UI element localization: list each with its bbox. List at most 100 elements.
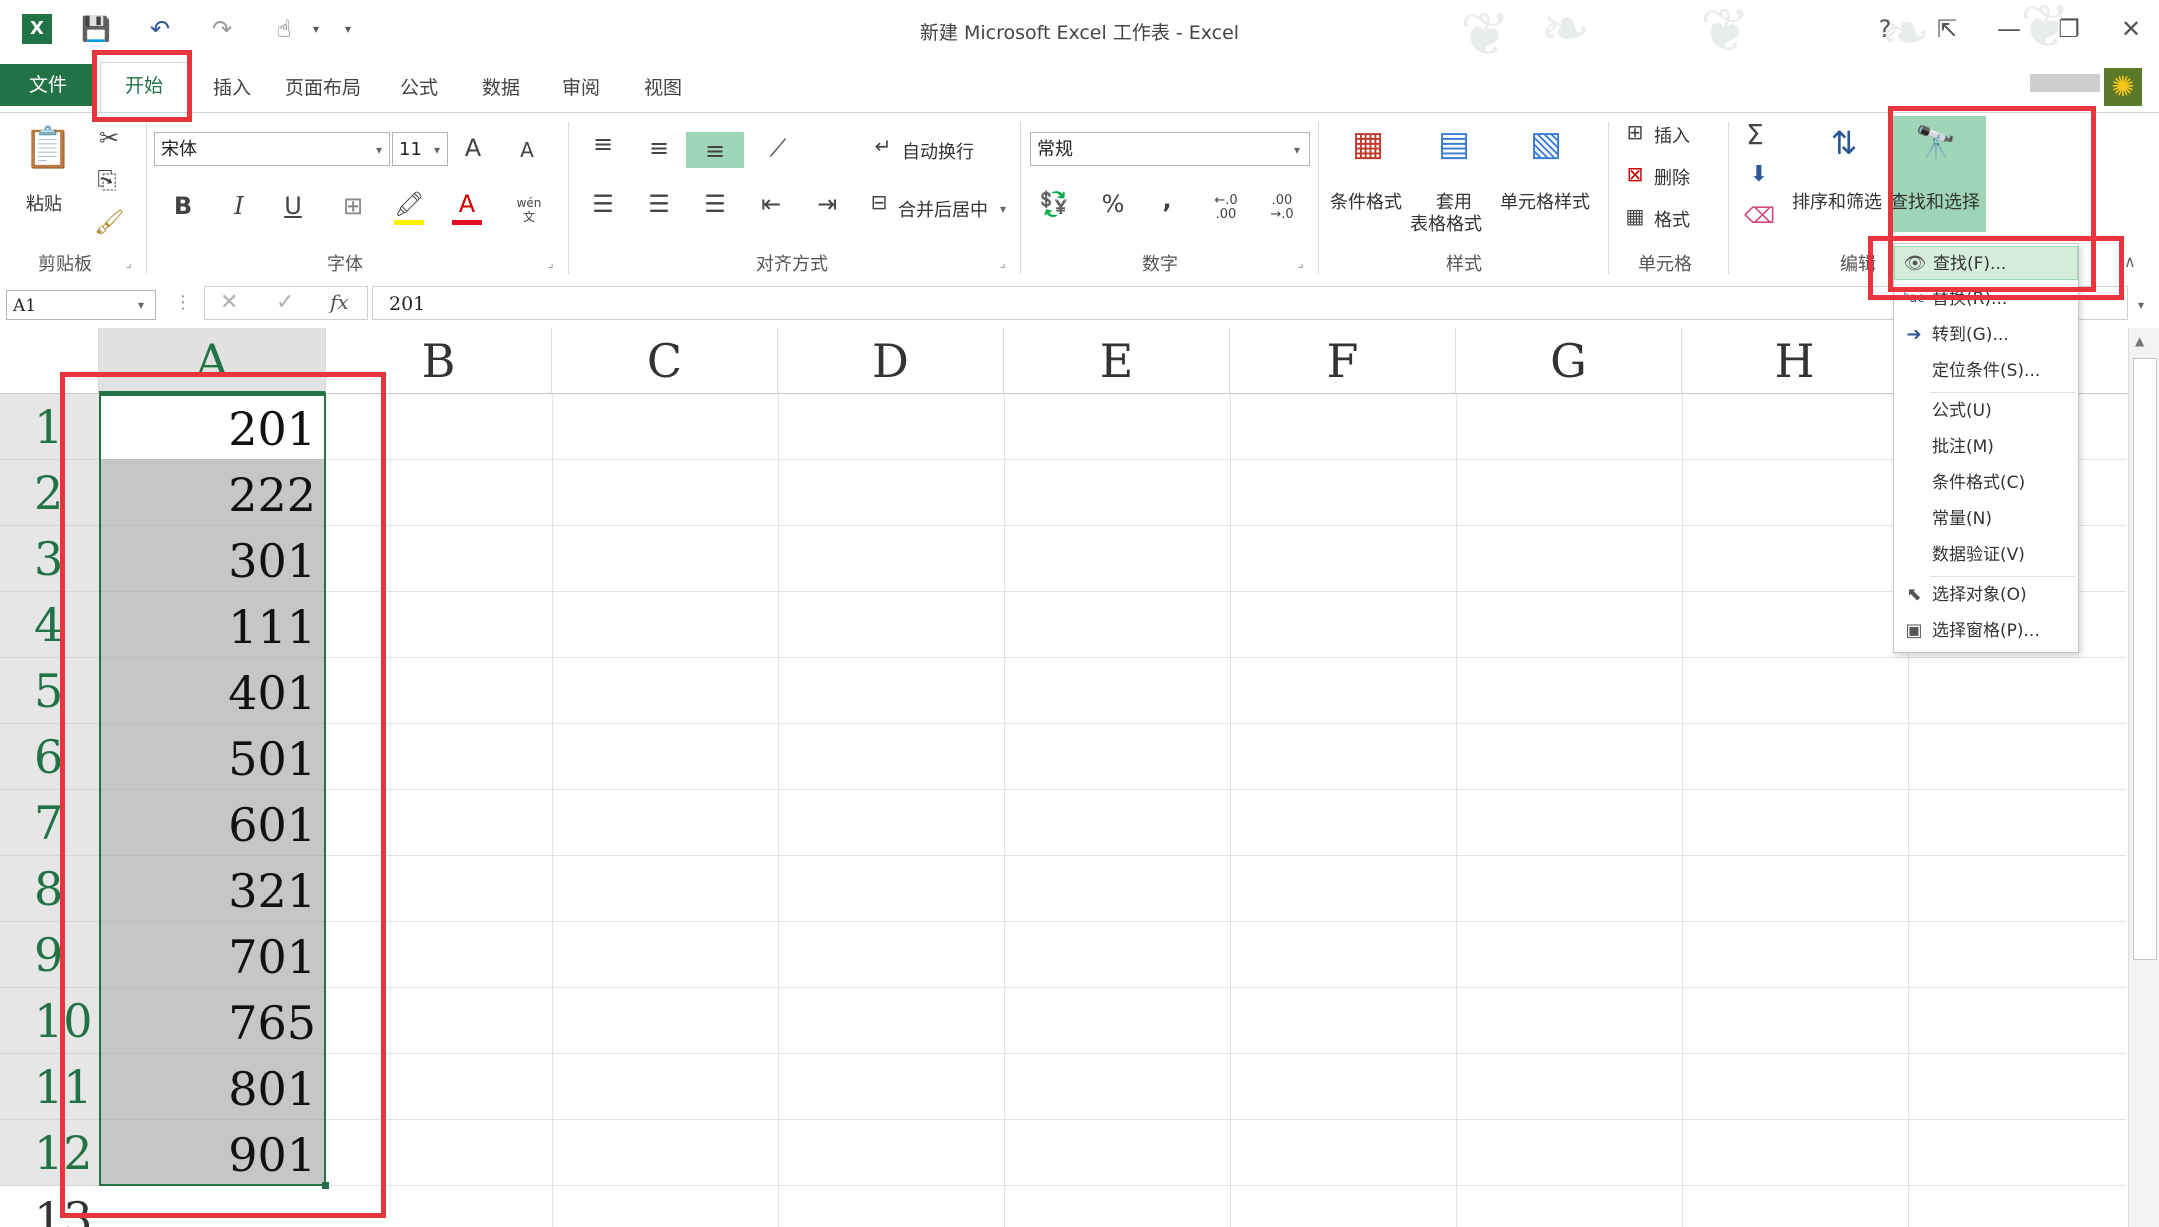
- align-bottom-icon[interactable]: ≡: [686, 132, 744, 168]
- menu-item-goto-special[interactable]: 定位条件(S)...: [1894, 354, 2078, 388]
- column-header-f[interactable]: F: [1230, 328, 1456, 394]
- wrap-text-icon[interactable]: ↵: [868, 134, 898, 158]
- decrease-indent-icon[interactable]: ⇤: [756, 190, 786, 218]
- chevron-down-icon[interactable]: ▾: [376, 143, 382, 157]
- menu-item-goto[interactable]: ➔ 转到(G)...: [1894, 318, 2078, 352]
- account-name[interactable]: [2030, 74, 2100, 92]
- bold-button[interactable]: B: [168, 192, 198, 220]
- insert-cells-icon[interactable]: ⊞: [1620, 120, 1650, 144]
- comma-button[interactable]: ,: [1152, 186, 1182, 214]
- tab-insert[interactable]: 插入: [196, 70, 268, 106]
- clear-icon[interactable]: ⌫: [1744, 204, 1775, 229]
- delete-cells-icon[interactable]: ⊠: [1620, 162, 1650, 186]
- menu-item-conditional-formatting[interactable]: 条件格式(C): [1894, 466, 2078, 500]
- insert-cells-button[interactable]: 插入: [1654, 122, 1690, 148]
- help-icon[interactable]: ?: [1862, 10, 1908, 48]
- wrap-text-button[interactable]: 自动换行: [902, 138, 974, 164]
- menu-item-comments[interactable]: 批注(M): [1894, 430, 2078, 464]
- menu-item-formulas[interactable]: 公式(U): [1894, 394, 2078, 428]
- align-middle-icon[interactable]: ≡: [644, 134, 674, 162]
- ribbon-display-options-icon[interactable]: ⇱: [1924, 10, 1970, 48]
- accounting-format-icon[interactable]: 💱: [1036, 190, 1072, 218]
- shrink-font-icon[interactable]: A: [512, 138, 542, 162]
- fill-color-icon[interactable]: 🖍: [394, 190, 424, 225]
- autosum-button[interactable]: Σ: [1740, 118, 1770, 151]
- align-top-icon[interactable]: ≡: [588, 130, 618, 158]
- underline-button[interactable]: U: [278, 192, 308, 220]
- format-as-table-line2[interactable]: 表格格式: [1410, 210, 1482, 236]
- name-box[interactable]: A1: [6, 290, 156, 320]
- scrollbar-thumb[interactable]: [2133, 358, 2157, 960]
- menu-item-data-validation[interactable]: 数据验证(V): [1894, 538, 2078, 572]
- chevron-down-icon[interactable]: ▾: [434, 143, 440, 157]
- chevron-down-icon[interactable]: ▾: [1294, 143, 1300, 157]
- tab-formulas[interactable]: 公式: [388, 70, 450, 106]
- fill-down-icon[interactable]: ⬇: [1744, 162, 1774, 187]
- scroll-up-icon[interactable]: ▲: [2135, 334, 2144, 348]
- increase-decimal-button[interactable]: ←.0 .00: [1206, 194, 1246, 222]
- copy-icon[interactable]: ⎘: [92, 166, 122, 194]
- vertical-scrollbar[interactable]: ▲: [2128, 328, 2159, 1227]
- tab-view[interactable]: 视图: [632, 70, 694, 106]
- confirm-icon[interactable]: ✓: [276, 290, 294, 315]
- paste-icon[interactable]: 📋: [18, 124, 78, 188]
- phonetic-guide-icon[interactable]: wén 文: [512, 196, 546, 224]
- dialog-launcher-icon[interactable]: ⌟: [1000, 256, 1006, 270]
- sort-filter-icon[interactable]: ⇅: [1816, 124, 1872, 162]
- insert-function-icon[interactable]: fx: [330, 290, 349, 314]
- format-cells-button[interactable]: 格式: [1654, 206, 1690, 232]
- format-as-table-icon[interactable]: ▤: [1426, 124, 1482, 184]
- align-center-icon[interactable]: ☰: [644, 190, 674, 218]
- avatar[interactable]: ✺: [2104, 68, 2142, 106]
- maximize-icon[interactable]: ❐: [2046, 10, 2092, 48]
- format-cells-icon[interactable]: ▦: [1620, 204, 1650, 228]
- chevron-down-icon[interactable]: ▾: [1000, 202, 1006, 216]
- merge-center-button[interactable]: 合并后居中: [898, 196, 988, 222]
- cell-styles-button[interactable]: 单元格样式: [1500, 188, 1590, 214]
- collapse-ribbon-icon[interactable]: ∧: [2124, 252, 2136, 271]
- group-label-alignment: 对齐方式: [756, 254, 828, 275]
- cancel-icon[interactable]: ✕: [220, 290, 238, 315]
- menu-item-constants[interactable]: 常量(N): [1894, 502, 2078, 536]
- chevron-down-icon[interactable]: ▾: [138, 298, 144, 312]
- cell-styles-icon[interactable]: ▧: [1518, 124, 1574, 184]
- delete-cells-button[interactable]: 删除: [1654, 164, 1690, 190]
- align-right-icon[interactable]: ☰: [700, 190, 730, 218]
- borders-icon[interactable]: ⊞: [338, 192, 368, 220]
- menu-item-selection-pane[interactable]: ▣ 选择窗格(P)...: [1894, 614, 2078, 648]
- dialog-launcher-icon[interactable]: ⌟: [548, 256, 554, 270]
- dialog-launcher-icon[interactable]: ⌟: [126, 256, 132, 270]
- sort-filter-button[interactable]: 排序和筛选: [1792, 188, 1882, 214]
- decrease-decimal-button[interactable]: .00 →.0: [1262, 194, 1302, 222]
- paste-button-label[interactable]: 粘贴: [26, 190, 62, 216]
- column-header-d[interactable]: D: [778, 328, 1004, 394]
- column-header-h[interactable]: H: [1682, 328, 1908, 394]
- tab-file[interactable]: 文件: [0, 64, 96, 106]
- column-header-g[interactable]: G: [1456, 328, 1682, 394]
- tab-review[interactable]: 审阅: [550, 70, 612, 106]
- column-header-e[interactable]: E: [1004, 328, 1230, 394]
- italic-button[interactable]: I: [224, 192, 254, 220]
- tab-page-layout[interactable]: 页面布局: [278, 70, 368, 106]
- increase-indent-icon[interactable]: ⇥: [812, 190, 842, 218]
- formula-input[interactable]: 201: [372, 286, 2128, 320]
- number-format-select[interactable]: 常规: [1030, 132, 1310, 166]
- font-color-icon[interactable]: A: [452, 190, 482, 225]
- font-name-select[interactable]: 宋体: [154, 132, 390, 166]
- dialog-launcher-icon[interactable]: ⌟: [1298, 256, 1304, 270]
- format-painter-icon[interactable]: 🖌: [94, 208, 124, 236]
- expand-formula-bar-icon[interactable]: ▾: [2138, 298, 2144, 312]
- orientation-icon[interactable]: ⟋: [760, 134, 796, 162]
- align-left-icon[interactable]: ☰: [588, 190, 618, 218]
- tab-data[interactable]: 数据: [470, 70, 532, 106]
- conditional-formatting-button[interactable]: 条件格式: [1330, 188, 1402, 214]
- column-header-c[interactable]: C: [552, 328, 778, 394]
- close-icon[interactable]: ✕: [2108, 10, 2154, 48]
- minimize-icon[interactable]: —: [1986, 10, 2032, 48]
- merge-icon[interactable]: ⊟: [864, 190, 894, 214]
- percent-button[interactable]: %: [1098, 190, 1128, 218]
- grow-font-icon[interactable]: A: [458, 134, 488, 162]
- menu-item-select-objects[interactable]: ⬉ 选择对象(O): [1894, 578, 2078, 612]
- conditional-formatting-icon[interactable]: ▦: [1340, 124, 1396, 184]
- cut-icon[interactable]: ✂: [94, 124, 124, 152]
